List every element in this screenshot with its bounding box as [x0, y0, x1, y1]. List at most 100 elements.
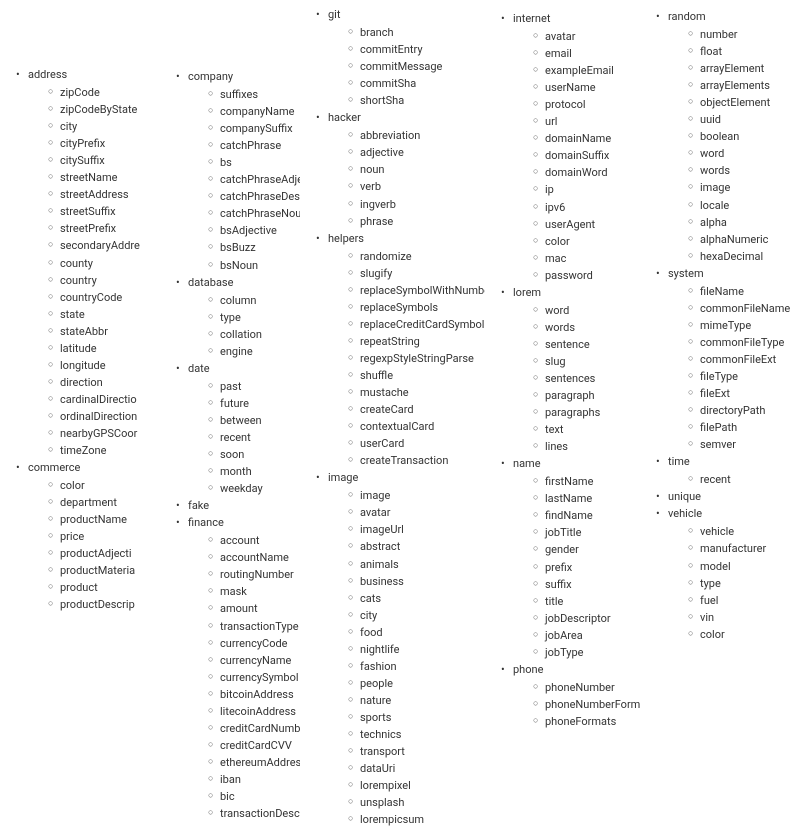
method-item[interactable]: title: [533, 593, 640, 610]
method-item[interactable]: fileExt: [688, 385, 807, 402]
method-item[interactable]: transport: [348, 743, 485, 760]
method-item[interactable]: color: [688, 626, 807, 643]
method-item[interactable]: catchPhraseDescriptor: [208, 188, 300, 205]
category-label[interactable]: unique: [668, 490, 701, 503]
method-item[interactable]: fileType: [688, 368, 807, 385]
method-item[interactable]: contextualCard: [348, 418, 485, 435]
method-item[interactable]: phoneFormats: [533, 713, 640, 730]
category-label[interactable]: commerce: [28, 461, 80, 474]
method-item[interactable]: catchPhraseAdjective: [208, 171, 300, 188]
method-item[interactable]: paragraphs: [533, 404, 640, 421]
method-item[interactable]: soon: [208, 446, 300, 463]
method-item[interactable]: business: [348, 573, 485, 590]
method-item[interactable]: verb: [348, 178, 485, 195]
method-item[interactable]: alphaNumeric: [688, 231, 807, 248]
method-item[interactable]: companySuffix: [208, 120, 300, 137]
method-item[interactable]: streetSuffix: [48, 203, 160, 220]
method-item[interactable]: domainWord: [533, 164, 640, 181]
method-item[interactable]: lorempicsum: [348, 811, 485, 828]
method-item[interactable]: replaceCreditCardSymbols: [348, 316, 485, 333]
method-item[interactable]: replaceSymbols: [348, 299, 485, 316]
method-item[interactable]: city: [48, 118, 160, 135]
method-item[interactable]: boolean: [688, 128, 807, 145]
method-item[interactable]: routingNumber: [208, 566, 300, 583]
method-item[interactable]: streetAddress: [48, 186, 160, 203]
method-item[interactable]: citySuffix: [48, 152, 160, 169]
category-label[interactable]: hacker: [328, 111, 361, 124]
method-item[interactable]: prefix: [533, 559, 640, 576]
method-item[interactable]: number: [688, 26, 807, 43]
method-item[interactable]: fuel: [688, 592, 807, 609]
method-item[interactable]: timeZone: [48, 442, 160, 459]
method-item[interactable]: words: [688, 162, 807, 179]
method-item[interactable]: filePath: [688, 419, 807, 436]
method-item[interactable]: avatar: [533, 28, 640, 45]
method-item[interactable]: product: [48, 579, 160, 596]
method-item[interactable]: gender: [533, 541, 640, 558]
method-item[interactable]: month: [208, 463, 300, 480]
method-item[interactable]: locale: [688, 197, 807, 214]
method-item[interactable]: zipCodeByState: [48, 101, 160, 118]
method-item[interactable]: future: [208, 395, 300, 412]
category-label[interactable]: finance: [188, 516, 224, 529]
method-item[interactable]: bic: [208, 788, 300, 805]
method-item[interactable]: paragraph: [533, 387, 640, 404]
method-item[interactable]: protocol: [533, 96, 640, 113]
category-label[interactable]: date: [188, 362, 210, 375]
category-label[interactable]: name: [513, 457, 541, 470]
method-item[interactable]: imageUrl: [348, 521, 485, 538]
category-label[interactable]: git: [328, 8, 340, 21]
method-item[interactable]: lines: [533, 438, 640, 455]
category-label[interactable]: phone: [513, 663, 543, 676]
method-item[interactable]: account: [208, 532, 300, 549]
method-item[interactable]: float: [688, 43, 807, 60]
method-item[interactable]: people: [348, 675, 485, 692]
method-item[interactable]: randomize: [348, 248, 485, 265]
method-item[interactable]: bitcoinAddress: [208, 686, 300, 703]
method-item[interactable]: amount: [208, 600, 300, 617]
method-item[interactable]: phoneNumberFormat: [533, 696, 640, 713]
method-item[interactable]: regexpStyleStringParse: [348, 350, 485, 367]
method-item[interactable]: fashion: [348, 658, 485, 675]
method-item[interactable]: ingverb: [348, 196, 485, 213]
method-item[interactable]: hexaDecimal: [688, 248, 807, 265]
method-item[interactable]: sentences: [533, 370, 640, 387]
method-item[interactable]: bsNoun: [208, 257, 300, 274]
method-item[interactable]: bsAdjective: [208, 222, 300, 239]
method-item[interactable]: bs: [208, 154, 300, 171]
method-item[interactable]: streetName: [48, 169, 160, 186]
method-item[interactable]: creditCardCVV: [208, 737, 300, 754]
method-item[interactable]: word: [533, 302, 640, 319]
method-item[interactable]: image: [348, 487, 485, 504]
method-item[interactable]: arrayElement: [688, 60, 807, 77]
method-item[interactable]: mac: [533, 250, 640, 267]
method-item[interactable]: commonFileName: [688, 300, 807, 317]
method-item[interactable]: exampleEmail: [533, 62, 640, 79]
method-item[interactable]: alpha: [688, 214, 807, 231]
method-item[interactable]: mustache: [348, 384, 485, 401]
method-item[interactable]: lastName: [533, 490, 640, 507]
method-item[interactable]: county: [48, 255, 160, 272]
method-item[interactable]: recent: [208, 429, 300, 446]
method-item[interactable]: engine: [208, 343, 300, 360]
method-item[interactable]: city: [348, 607, 485, 624]
method-item[interactable]: userAgent: [533, 216, 640, 233]
method-item[interactable]: transactionDescription: [208, 805, 300, 822]
method-item[interactable]: createTransaction: [348, 452, 485, 469]
method-item[interactable]: model: [688, 558, 807, 575]
method-item[interactable]: currencyName: [208, 652, 300, 669]
method-item[interactable]: vehicle: [688, 523, 807, 540]
method-item[interactable]: jobArea: [533, 627, 640, 644]
category-label[interactable]: image: [328, 471, 358, 484]
category-label[interactable]: company: [188, 70, 233, 83]
method-item[interactable]: color: [48, 477, 160, 494]
method-item[interactable]: litecoinAddress: [208, 703, 300, 720]
method-item[interactable]: ip: [533, 181, 640, 198]
category-label[interactable]: helpers: [328, 232, 364, 245]
category-label[interactable]: random: [668, 10, 706, 23]
method-item[interactable]: abbreviation: [348, 127, 485, 144]
method-item[interactable]: secondaryAddre: [48, 237, 160, 254]
method-item[interactable]: collation: [208, 326, 300, 343]
method-item[interactable]: department: [48, 494, 160, 511]
method-item[interactable]: cardinalDirectio: [48, 391, 160, 408]
